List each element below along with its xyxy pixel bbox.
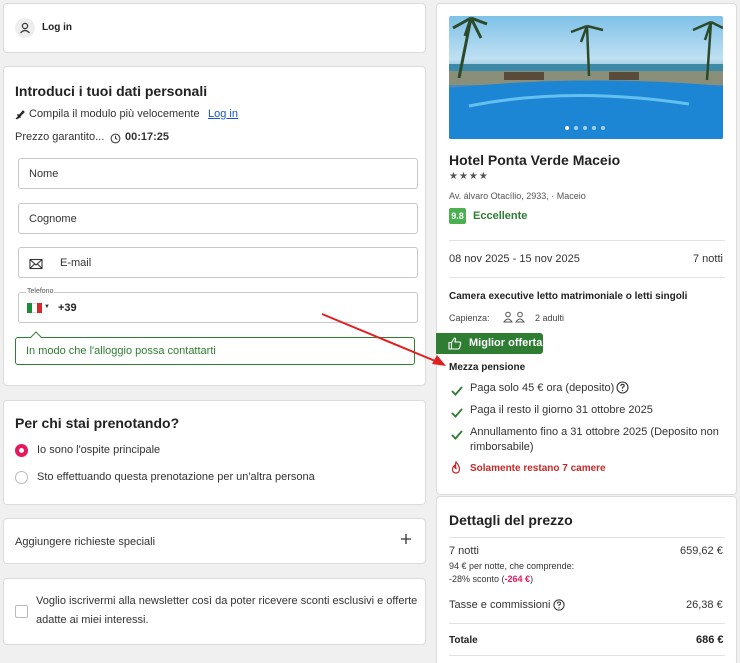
booking-for-card: Per chi stai prenotando? Io sono l'ospit… [3,400,426,505]
hotel-name: Hotel Ponta Verde Maceio [449,152,621,168]
price-details-card: Dettagli del prezzo 7 notti 659,62 € 94 … [436,496,737,663]
stay-nights: 7 notti [693,253,723,265]
phone-label: Telefono [26,288,55,295]
photo-carousel-dots[interactable] [565,126,605,130]
surname-placeholder: Cognome [29,213,77,225]
phone-field[interactable]: Telefono ▼ +39 [18,288,418,323]
mail-icon [29,257,43,275]
email-field[interactable]: E-mail [18,247,418,278]
booking-option-self[interactable]: Io sono l'ospite principale [15,443,395,459]
rating-label: Eccellente [473,210,528,222]
divider [449,277,725,278]
booking-option-other-label: Sto effettuando questa prenotazione per … [37,471,315,483]
condition-cancellation-line2: rimborsabile) [470,441,534,453]
newsletter-text-line1: Voglio iscrivermi alla newsletter così d… [36,595,418,607]
personal-data-title: Introduci i tuoi dati personali [15,83,208,99]
scarcity-message: Solamente restano 7 camere [470,463,606,474]
booking-for-title: Per chi stai prenotando? [15,415,180,431]
booking-option-self-label: Io sono l'ospite principale [37,444,161,456]
best-offer-label: Miglior offerta [469,337,543,349]
divider [449,537,725,538]
thumbs-up-icon [448,337,462,355]
rocket-icon [14,108,26,126]
person-icon [503,310,527,328]
taxes-label: Tasse e commissioni [449,599,551,611]
newsletter-card: Voglio iscrivermi alla newsletter così d… [3,578,426,645]
price-details-title: Dettagli del prezzo [449,512,573,528]
divider [449,623,725,624]
rating-badge: 9.8 [449,208,466,224]
country-chevron-down-icon[interactable]: ▼ [44,304,50,310]
login-label: Log in [42,22,72,33]
condition-deposit: Paga solo 45 € ora (deposito) [470,382,615,394]
radio-selected[interactable] [15,444,28,457]
countdown-timer: 00:17:25 [125,131,170,143]
condition-cancellation-line1: Annullamento fino a 31 ottobre 2025 (Dep… [470,426,719,438]
user-icon [15,18,35,38]
best-offer-badge: Miglior offerta [436,333,543,354]
board-type: Mezza pensione [449,362,526,373]
phone-hint-text: In modo che l'alloggio possa contattarti [26,345,216,357]
phone-prefix: +39 [58,302,77,314]
clock-icon [110,131,121,149]
phone-hint-tooltip: In modo che l'alloggio possa contattarti [15,331,415,365]
discount-suffix: ) [530,574,534,584]
check-icon [451,427,463,445]
hotel-address: Av. álvaro Otacílio, 2933, · Maceio [449,191,586,201]
total-label: Totale [449,635,478,646]
total-value: 686 € [696,634,724,646]
photo-scene [449,16,723,139]
check-icon [451,405,463,423]
price-guarantee-text: Prezzo garantito... [15,131,105,143]
price-nights-value: 659,62 € [680,545,723,557]
surname-field[interactable]: Cognome [18,203,418,234]
price-discount: -28% sconto (-264 €) [449,574,533,584]
capacity-value: 2 adulti [535,313,565,323]
personal-data-card: Introduci i tuoi dati personali Compila … [3,66,426,386]
divider [449,240,725,241]
booking-option-other[interactable]: Sto effettuando questa prenotazione per … [15,470,395,486]
flame-icon [450,460,462,479]
room-type: Camera executive letto matrimoniale o le… [449,291,688,302]
stay-dates: 08 nov 2025 - 15 nov 2025 [449,253,580,265]
taxes-value: 26,38 € [686,599,723,611]
hotel-stars: ★★★★ [449,171,489,182]
special-requests-card[interactable]: Aggiungere richieste speciali [3,518,426,564]
discount-value: -264 € [504,574,531,584]
check-icon [451,383,463,401]
special-requests-label: Aggiungere richieste speciali [15,536,156,548]
divider [449,655,725,656]
name-field[interactable]: Nome [18,158,418,189]
price-per-night: 94 € per notte, che comprende: [449,561,575,571]
radio-unselected[interactable] [15,471,28,484]
condition-pay-rest: Paga il resto il giorno 31 ottobre 2025 [470,404,653,416]
quick-fill-text: Compila il modulo più velocemente [29,108,200,120]
price-nights-label: 7 notti [449,545,479,557]
hotel-photo[interactable] [449,16,723,139]
tooltip-arrow [30,331,42,343]
help-circle-icon[interactable] [616,381,629,399]
name-placeholder: Nome [29,168,59,180]
discount-prefix: -28% sconto ( [449,574,505,584]
email-placeholder: E-mail [60,257,92,269]
plus-icon[interactable] [399,532,413,551]
quick-fill-login-link[interactable]: Log in [208,108,238,120]
italy-flag-icon[interactable] [27,303,42,313]
hotel-summary-card: Hotel Ponta Verde Maceio ★★★★ Av. álvaro… [436,3,737,495]
newsletter-text-line2: adatte ai miei interessi. [36,614,149,626]
help-circle-icon[interactable] [553,598,565,616]
newsletter-checkbox[interactable] [15,605,28,618]
login-card[interactable]: Log in [3,3,426,53]
capacity-label: Capienza: [449,313,490,323]
